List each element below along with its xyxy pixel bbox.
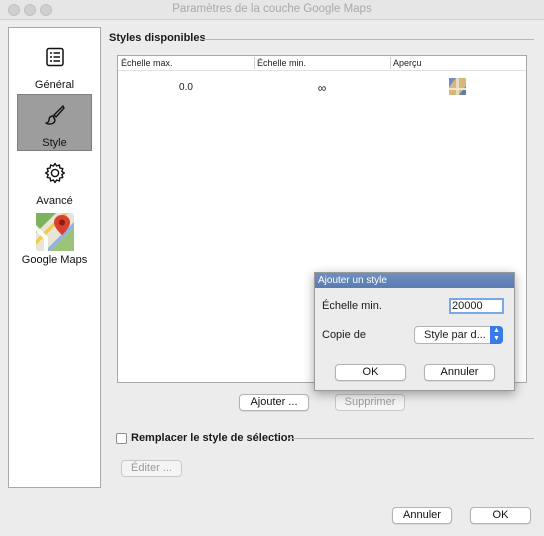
sidebar-item-label: Google Maps [21,254,88,266]
column-separator [254,57,255,69]
replace-selection-style-label[interactable]: Remplacer le style de sélection [131,432,294,444]
list-icon [45,47,64,67]
dialog-title: Ajouter un style [315,273,514,288]
min-scale-input[interactable]: 20000 [449,298,504,314]
add-style-dialog: Ajouter un style Échelle min. 20000 Copi… [314,272,515,391]
google-maps-icon [35,213,74,251]
edit-selection-style-button[interactable]: Éditer ... [121,460,182,477]
copy-from-select[interactable]: Style par d... ▲ ▼ [414,326,503,344]
sidebar-item-google-maps[interactable]: Google Maps [17,210,92,270]
sidebar-item-label: Général [34,79,75,91]
gear-icon [44,162,65,184]
sidebar-item-advanced[interactable]: Avancé [17,155,92,207]
replace-selection-style-checkbox[interactable] [116,433,127,444]
header-divider [118,70,526,71]
select-chevron-icon: ▲ ▼ [490,326,503,344]
cancel-button[interactable]: Annuler [392,507,452,524]
dialog-cancel-button[interactable]: Annuler [424,364,495,381]
column-header-min-scale[interactable]: Échelle min. [257,58,306,68]
column-separator [390,57,391,69]
brush-icon [44,105,65,125]
dialog-ok-button[interactable]: OK [335,364,406,381]
copy-from-value: Style par d... [424,329,486,341]
title-bar: Paramètres de la couche Google Maps [0,0,544,20]
copy-from-label: Copie de [322,329,367,341]
ok-button[interactable]: OK [470,507,531,524]
cell-min-scale: ∞ [317,81,327,95]
sidebar-item-style[interactable]: Style [17,94,92,151]
sidebar-item-label: Style [42,137,67,149]
add-style-button[interactable]: Ajouter ... [239,394,309,411]
sidebar-item-general[interactable]: Général [17,40,92,92]
column-header-preview[interactable]: Aperçu [393,58,422,68]
cell-max-scale: 0.0 [179,82,193,93]
column-header-max-scale[interactable]: Échelle max. [121,58,173,68]
min-scale-label: Échelle min. [322,300,382,312]
delete-style-button[interactable]: Supprimer [335,394,405,411]
section-divider [201,39,534,40]
styles-section-title: Styles disponibles [109,32,206,44]
section-divider [288,438,534,439]
min-scale-value: 20000 [452,300,483,312]
window-title: Paramètres de la couche Google Maps [172,3,372,15]
map-thumbnail-icon [449,78,466,95]
sidebar: Général Style Avancé Google Maps [8,27,101,488]
sidebar-item-label: Avancé [36,195,73,207]
